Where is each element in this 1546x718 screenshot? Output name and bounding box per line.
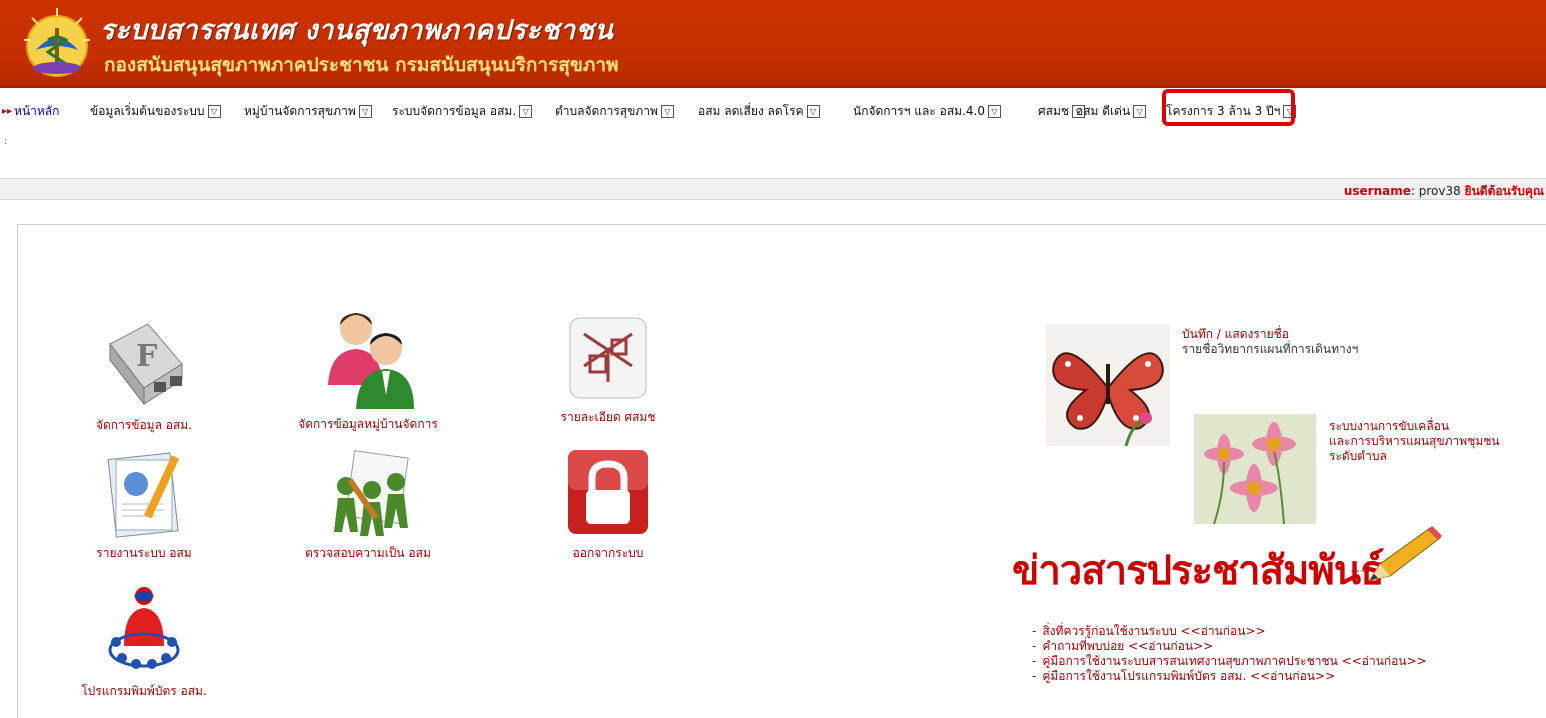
tile-sosmch-details[interactable]: รายละเอียด ศสมช xyxy=(508,310,708,427)
app-subtitle: กองสนับสนุนสุขภาพภาคประชาชน กรมสนับสนุนบ… xyxy=(104,54,619,76)
nav-tambon-management[interactable]: ตำบลจัดการสุขภาพ ▽ xyxy=(555,102,674,121)
dropdown-icon[interactable]: ▽ xyxy=(358,105,372,118)
dropdown-icon[interactable]: ▽ xyxy=(806,105,820,118)
welcome-bar: username: prov38 ยินดีต้อนรับคุณ xyxy=(0,178,1546,200)
news-item[interactable]: - คู่มือการใช้งานโปรแกรมพิมพ์บัตร อสม. <<… xyxy=(1032,669,1427,684)
plus-marks: ++ xyxy=(1350,564,1371,578)
nav-osm-data-system[interactable]: ระบบจัดการข้อมูล อสม. ▽ xyxy=(392,102,533,121)
dropdown-icon[interactable]: ▽ xyxy=(1133,105,1147,118)
nav-osm-reduce-risk[interactable]: อสม ลดเสี่ยง ลดโรค ▽ xyxy=(698,102,820,121)
pencil-icon xyxy=(1368,525,1443,581)
health-plan-link[interactable]: ระบบงานการขับเคลื่อน และการบริหารแผนสุขภ… xyxy=(1329,419,1500,464)
svg-text:F: F xyxy=(136,339,157,374)
nav-managers-osm40[interactable]: นักจัดการฯ และ อสม.4.0 ▽ xyxy=(853,102,1001,121)
username-label: username xyxy=(1343,184,1411,198)
dropdown-icon[interactable]: ▽ xyxy=(207,105,221,118)
tile-manage-osm[interactable]: F จัดการข้อมูล อสม. xyxy=(44,318,244,435)
app-title: ระบบสารสนเทศ งานสุขภาพภาคประชาชน xyxy=(100,15,614,46)
marker: : xyxy=(4,136,8,147)
report-icon xyxy=(96,446,192,542)
tile-osm-report[interactable]: รายงานระบบ อสม xyxy=(44,446,244,563)
double-arrow-icon: ▸▸ xyxy=(2,106,13,117)
check-people-icon xyxy=(320,446,416,542)
flowers-icon xyxy=(1194,414,1316,525)
tile-check-osm[interactable]: ตรวจสอบความเป็น อสม xyxy=(268,446,468,563)
trainer-list-link[interactable]: บันทึก / แสดงรายชื่อ รายชื่อวิทยากรแผนที… xyxy=(1182,327,1358,357)
nav-home[interactable]: ▸▸ หน้าหลัก xyxy=(2,102,59,121)
main-nav: ▸▸ หน้าหลัก ข้อมูลเริ่มต้นของระบบ ▽ หมู่บ้… xyxy=(0,100,1546,124)
database-icon: F xyxy=(96,318,192,414)
users-icon xyxy=(320,305,416,413)
news-item[interactable]: - คู่มือการใช้งานระบบสารสนเทศงานสุขภาพภาค… xyxy=(1032,654,1427,669)
nav-system-setup[interactable]: ข้อมูลเริ่มต้นของระบบ ▽ xyxy=(90,102,221,121)
dropdown-icon[interactable]: ▽ xyxy=(987,105,1001,118)
dropdown-icon[interactable]: ▽ xyxy=(519,105,533,118)
tile-print-card[interactable]: โปรแกรมพิมพ์บัตร อสม. xyxy=(44,580,244,701)
highlight-box xyxy=(1162,89,1295,126)
tile-logout[interactable]: ออกจากระบบ xyxy=(508,446,708,563)
structure-icon xyxy=(560,310,656,406)
welcome-message: ยินดีต้อนรับคุณ xyxy=(1464,184,1544,198)
butterfly-icon xyxy=(1052,352,1164,447)
username-value: : prov38 xyxy=(1410,184,1461,198)
news-title: ข่าวสารประชาสัมพันธ์ xyxy=(1012,547,1384,594)
welcome-text: username: prov38 ยินดีต้อนรับคุณ xyxy=(1344,182,1544,201)
nav-outstanding-osm[interactable]: อสม ดีเด่น ▽ xyxy=(1076,102,1147,121)
dropdown-icon[interactable]: ▽ xyxy=(660,105,674,118)
card-print-icon xyxy=(96,580,192,680)
flowers-image[interactable] xyxy=(1194,414,1316,525)
news-item[interactable]: - คำถามที่พบบ่อย <<อ่านก่อน>> xyxy=(1032,639,1427,654)
news-item[interactable]: - สิ่งที่ควรรู้ก่อนใช้งานระบบ <<อ่านก่อน>… xyxy=(1032,624,1427,639)
ministry-logo xyxy=(24,8,90,77)
header-banner: ระบบสารสนเทศ งานสุขภาพภาคประชาชน กองสนับ… xyxy=(0,0,1546,88)
butterfly-image[interactable] xyxy=(1046,324,1170,447)
tile-manage-village[interactable]: จัดการข้อมูลหมู่บ้านจัดการ xyxy=(268,305,468,434)
nav-village-management[interactable]: หมู่บ้านจัดการสุขภาพ ▽ xyxy=(244,102,372,121)
news-list: - สิ่งที่ควรรู้ก่อนใช้งานระบบ <<อ่านก่อน>… xyxy=(1032,624,1427,684)
lock-icon xyxy=(560,446,656,542)
